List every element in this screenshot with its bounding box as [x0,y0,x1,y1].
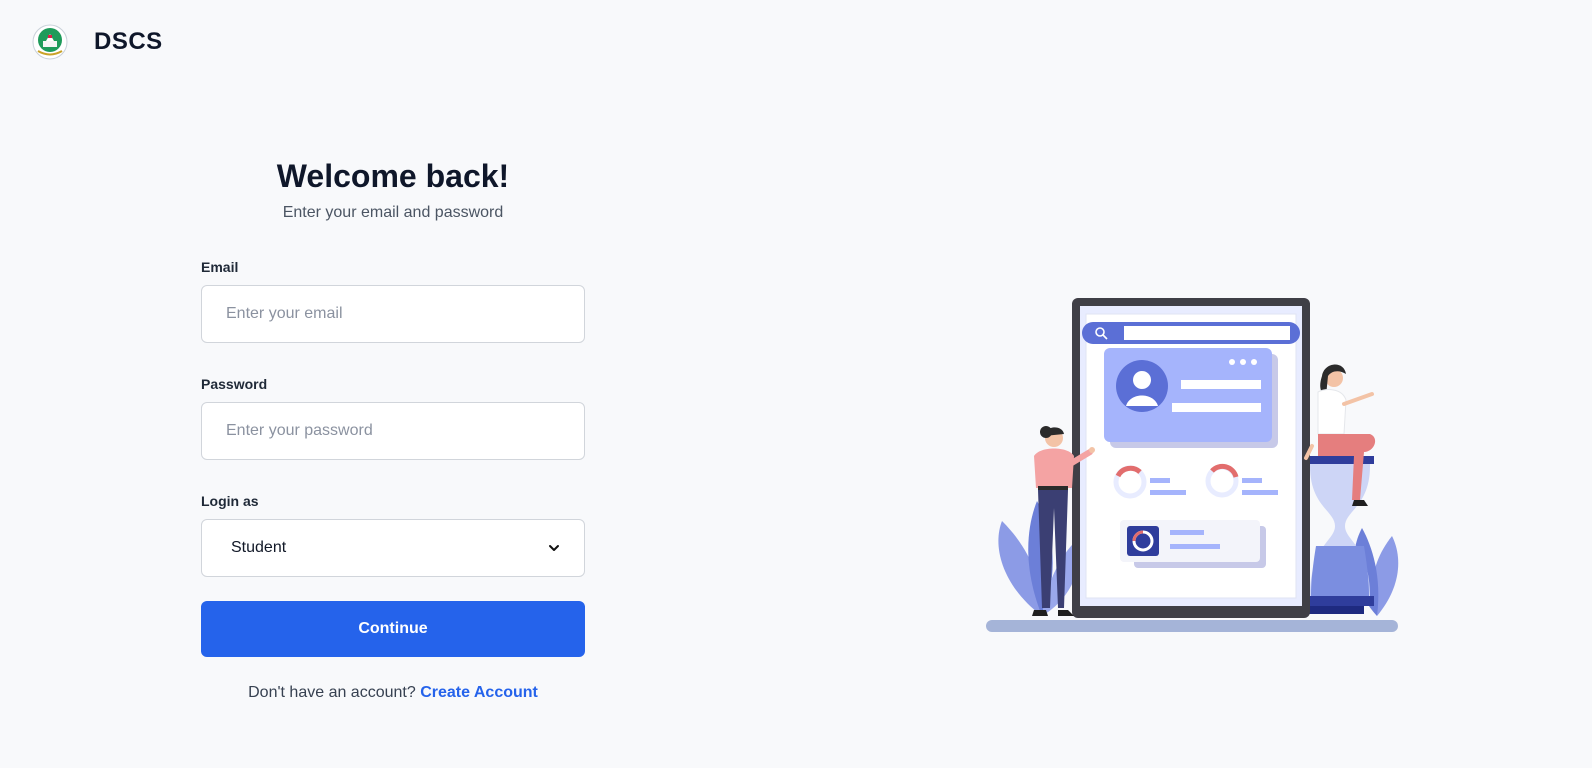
university-seal-icon [32,24,68,60]
signup-prompt-text: Don't have an account? [248,684,416,701]
login-form: Welcome back! Enter your email and passw… [201,148,585,702]
email-label: Email [201,259,239,275]
password-label: Password [201,376,268,392]
role-group: Login as Student [201,492,585,577]
page-subtitle: Enter your email and password [282,204,504,221]
email-field[interactable] [201,285,585,343]
signup-prompt: Don't have an account? Create Account [201,684,585,702]
brand-name: DSCS [94,28,163,55]
login-as-selected: Student [231,539,287,556]
page-title: Welcome back! [276,158,510,194]
continue-button[interactable]: Continue [201,601,585,657]
login-as-label: Login as [201,493,259,509]
app-header: DSCS [32,22,163,62]
login-illustration [986,298,1399,632]
email-group: Email [201,258,585,343]
password-group: Password [201,375,585,460]
login-as-select[interactable]: Student [201,519,585,577]
password-field[interactable] [201,402,585,460]
create-account-link[interactable]: Create Account [420,684,538,701]
chevron-down-icon [549,545,559,551]
